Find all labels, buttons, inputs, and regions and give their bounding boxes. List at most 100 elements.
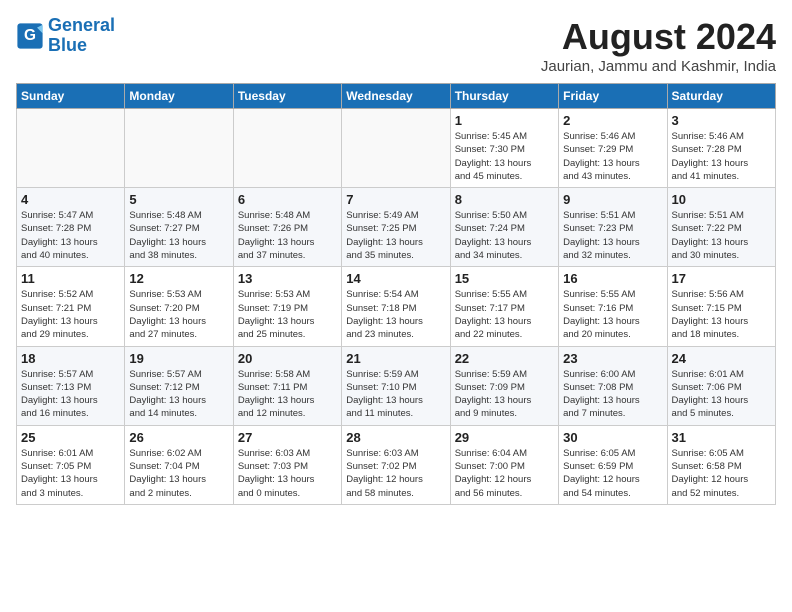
calendar-day-cell xyxy=(233,109,341,188)
calendar-header-row: SundayMondayTuesdayWednesdayThursdayFrid… xyxy=(17,84,776,109)
day-number: 4 xyxy=(21,192,120,207)
logo-icon: G xyxy=(16,22,44,50)
day-number: 18 xyxy=(21,351,120,366)
day-info: Sunrise: 6:01 AM Sunset: 7:06 PM Dayligh… xyxy=(672,368,771,421)
day-number: 12 xyxy=(129,271,228,286)
page-header: G General Blue August 2024 Jaurian, Jamm… xyxy=(16,16,776,75)
day-number: 27 xyxy=(238,430,337,445)
day-number: 24 xyxy=(672,351,771,366)
calendar-day-cell: 9 Sunrise: 5:51 AM Sunset: 7:23 PM Daylig… xyxy=(559,188,667,267)
day-info: Sunrise: 5:48 AM Sunset: 7:26 PM Dayligh… xyxy=(238,209,337,262)
day-number: 2 xyxy=(563,113,662,128)
calendar-day-cell: 29 Sunrise: 6:04 AM Sunset: 7:00 PM Dayli… xyxy=(450,425,558,504)
calendar-day-cell: 21Sunrise: 5:59 AM Sunset: 7:10 PM Dayli… xyxy=(342,346,450,425)
day-number: 14 xyxy=(346,271,445,286)
day-number: 3 xyxy=(672,113,771,128)
calendar-day-cell: 27 Sunrise: 6:03 AM Sunset: 7:03 PM Dayli… xyxy=(233,425,341,504)
title-block: August 2024 Jaurian, Jammu and Kashmir, … xyxy=(541,16,776,75)
calendar-week-row: 25Sunrise: 6:01 AM Sunset: 7:05 PM Dayli… xyxy=(17,425,776,504)
day-info: Sunrise: 5:57 AM Sunset: 7:12 PM Dayligh… xyxy=(129,368,228,421)
calendar-day-cell: 11 Sunrise: 5:52 AM Sunset: 7:21 PM Dayli… xyxy=(17,267,125,346)
weekday-header: Wednesday xyxy=(342,84,450,109)
day-info: Sunrise: 6:02 AM Sunset: 7:04 PM Dayligh… xyxy=(129,447,228,500)
day-number: 9 xyxy=(563,192,662,207)
day-number: 29 xyxy=(455,430,554,445)
calendar-day-cell: 3 Sunrise: 5:46 AM Sunset: 7:28 PM Daylig… xyxy=(667,109,775,188)
day-info: Sunrise: 6:05 AM Sunset: 6:59 PM Dayligh… xyxy=(563,447,662,500)
logo-text: General Blue xyxy=(48,16,115,56)
calendar-table: SundayMondayTuesdayWednesdayThursdayFrid… xyxy=(16,83,776,505)
day-info: Sunrise: 5:50 AM Sunset: 7:24 PM Dayligh… xyxy=(455,209,554,262)
calendar-day-cell: 12 Sunrise: 5:53 AM Sunset: 7:20 PM Dayli… xyxy=(125,267,233,346)
calendar-day-cell: 13Sunrise: 5:53 AM Sunset: 7:19 PM Dayli… xyxy=(233,267,341,346)
weekday-header: Friday xyxy=(559,84,667,109)
calendar-day-cell: 1Sunrise: 5:45 AM Sunset: 7:30 PM Daylig… xyxy=(450,109,558,188)
calendar-day-cell xyxy=(342,109,450,188)
calendar-week-row: 1Sunrise: 5:45 AM Sunset: 7:30 PM Daylig… xyxy=(17,109,776,188)
day-info: Sunrise: 5:52 AM Sunset: 7:21 PM Dayligh… xyxy=(21,288,120,341)
day-info: Sunrise: 5:48 AM Sunset: 7:27 PM Dayligh… xyxy=(129,209,228,262)
calendar-day-cell: 17 Sunrise: 5:56 AM Sunset: 7:15 PM Dayli… xyxy=(667,267,775,346)
calendar-day-cell: 24 Sunrise: 6:01 AM Sunset: 7:06 PM Dayli… xyxy=(667,346,775,425)
day-number: 8 xyxy=(455,192,554,207)
day-info: Sunrise: 5:56 AM Sunset: 7:15 PM Dayligh… xyxy=(672,288,771,341)
weekday-header: Sunday xyxy=(17,84,125,109)
day-number: 19 xyxy=(129,351,228,366)
day-info: Sunrise: 5:46 AM Sunset: 7:28 PM Dayligh… xyxy=(672,130,771,183)
weekday-header: Saturday xyxy=(667,84,775,109)
logo: G General Blue xyxy=(16,16,115,56)
day-number: 6 xyxy=(238,192,337,207)
calendar-week-row: 11 Sunrise: 5:52 AM Sunset: 7:21 PM Dayli… xyxy=(17,267,776,346)
day-number: 17 xyxy=(672,271,771,286)
day-number: 26 xyxy=(129,430,228,445)
calendar-day-cell: 14 Sunrise: 5:54 AM Sunset: 7:18 PM Dayli… xyxy=(342,267,450,346)
day-info: Sunrise: 5:51 AM Sunset: 7:22 PM Dayligh… xyxy=(672,209,771,262)
day-info: Sunrise: 5:46 AM Sunset: 7:29 PM Dayligh… xyxy=(563,130,662,183)
calendar-day-cell: 4Sunrise: 5:47 AM Sunset: 7:28 PM Daylig… xyxy=(17,188,125,267)
calendar-day-cell: 30 Sunrise: 6:05 AM Sunset: 6:59 PM Dayli… xyxy=(559,425,667,504)
svg-text:G: G xyxy=(24,27,36,44)
calendar-day-cell: 22Sunrise: 5:59 AM Sunset: 7:09 PM Dayli… xyxy=(450,346,558,425)
calendar-day-cell: 31 Sunrise: 6:05 AM Sunset: 6:58 PM Dayli… xyxy=(667,425,775,504)
day-number: 16 xyxy=(563,271,662,286)
day-number: 10 xyxy=(672,192,771,207)
day-number: 25 xyxy=(21,430,120,445)
logo-line2: Blue xyxy=(48,35,87,55)
day-info: Sunrise: 5:58 AM Sunset: 7:11 PM Dayligh… xyxy=(238,368,337,421)
day-number: 7 xyxy=(346,192,445,207)
calendar-day-cell: 7Sunrise: 5:49 AM Sunset: 7:25 PM Daylig… xyxy=(342,188,450,267)
day-number: 30 xyxy=(563,430,662,445)
weekday-header: Tuesday xyxy=(233,84,341,109)
day-number: 15 xyxy=(455,271,554,286)
location-title: Jaurian, Jammu and Kashmir, India xyxy=(541,58,776,75)
day-info: Sunrise: 6:05 AM Sunset: 6:58 PM Dayligh… xyxy=(672,447,771,500)
day-info: Sunrise: 5:55 AM Sunset: 7:17 PM Dayligh… xyxy=(455,288,554,341)
calendar-day-cell xyxy=(17,109,125,188)
day-info: Sunrise: 5:53 AM Sunset: 7:20 PM Dayligh… xyxy=(129,288,228,341)
calendar-day-cell: 8 Sunrise: 5:50 AM Sunset: 7:24 PM Daylig… xyxy=(450,188,558,267)
calendar-week-row: 18 Sunrise: 5:57 AM Sunset: 7:13 PM Dayli… xyxy=(17,346,776,425)
day-info: Sunrise: 6:03 AM Sunset: 7:03 PM Dayligh… xyxy=(238,447,337,500)
day-info: Sunrise: 6:04 AM Sunset: 7:00 PM Dayligh… xyxy=(455,447,554,500)
calendar-day-cell: 20Sunrise: 5:58 AM Sunset: 7:11 PM Dayli… xyxy=(233,346,341,425)
day-info: Sunrise: 5:57 AM Sunset: 7:13 PM Dayligh… xyxy=(21,368,120,421)
day-number: 11 xyxy=(21,271,120,286)
weekday-header: Thursday xyxy=(450,84,558,109)
day-info: Sunrise: 5:59 AM Sunset: 7:09 PM Dayligh… xyxy=(455,368,554,421)
calendar-day-cell: 16Sunrise: 5:55 AM Sunset: 7:16 PM Dayli… xyxy=(559,267,667,346)
day-number: 13 xyxy=(238,271,337,286)
day-number: 31 xyxy=(672,430,771,445)
day-info: Sunrise: 5:54 AM Sunset: 7:18 PM Dayligh… xyxy=(346,288,445,341)
day-info: Sunrise: 6:00 AM Sunset: 7:08 PM Dayligh… xyxy=(563,368,662,421)
day-number: 21 xyxy=(346,351,445,366)
day-number: 1 xyxy=(455,113,554,128)
day-number: 5 xyxy=(129,192,228,207)
weekday-header: Monday xyxy=(125,84,233,109)
month-title: August 2024 xyxy=(541,16,776,58)
calendar-week-row: 4Sunrise: 5:47 AM Sunset: 7:28 PM Daylig… xyxy=(17,188,776,267)
day-number: 23 xyxy=(563,351,662,366)
calendar-day-cell: 23 Sunrise: 6:00 AM Sunset: 7:08 PM Dayli… xyxy=(559,346,667,425)
calendar-day-cell: 25Sunrise: 6:01 AM Sunset: 7:05 PM Dayli… xyxy=(17,425,125,504)
day-info: Sunrise: 5:51 AM Sunset: 7:23 PM Dayligh… xyxy=(563,209,662,262)
calendar-day-cell: 18 Sunrise: 5:57 AM Sunset: 7:13 PM Dayli… xyxy=(17,346,125,425)
